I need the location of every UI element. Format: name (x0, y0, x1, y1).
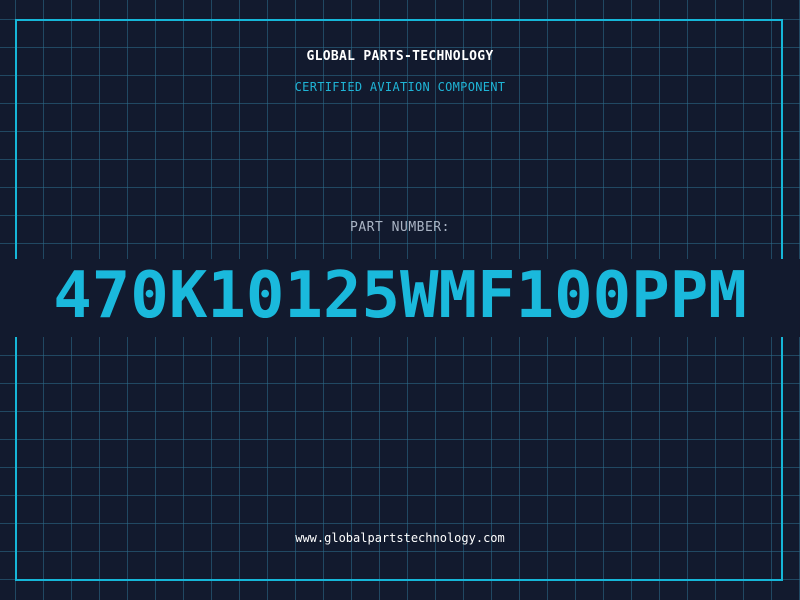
certification-subtitle: CERTIFIED AVIATION COMPONENT (294, 80, 506, 94)
website-url: www.globalpartstechnology.com (295, 531, 505, 545)
part-number-value: 470K10125WMF100PPM (53, 259, 747, 333)
label-card: GLOBAL PARTS-TECHNOLOGY CERTIFIED AVIATI… (0, 0, 800, 600)
part-number-label: PART NUMBER: (350, 220, 450, 235)
company-name: GLOBAL PARTS-TECHNOLOGY (306, 49, 494, 64)
part-number-band: 470K10125WMF100PPM (0, 259, 800, 337)
